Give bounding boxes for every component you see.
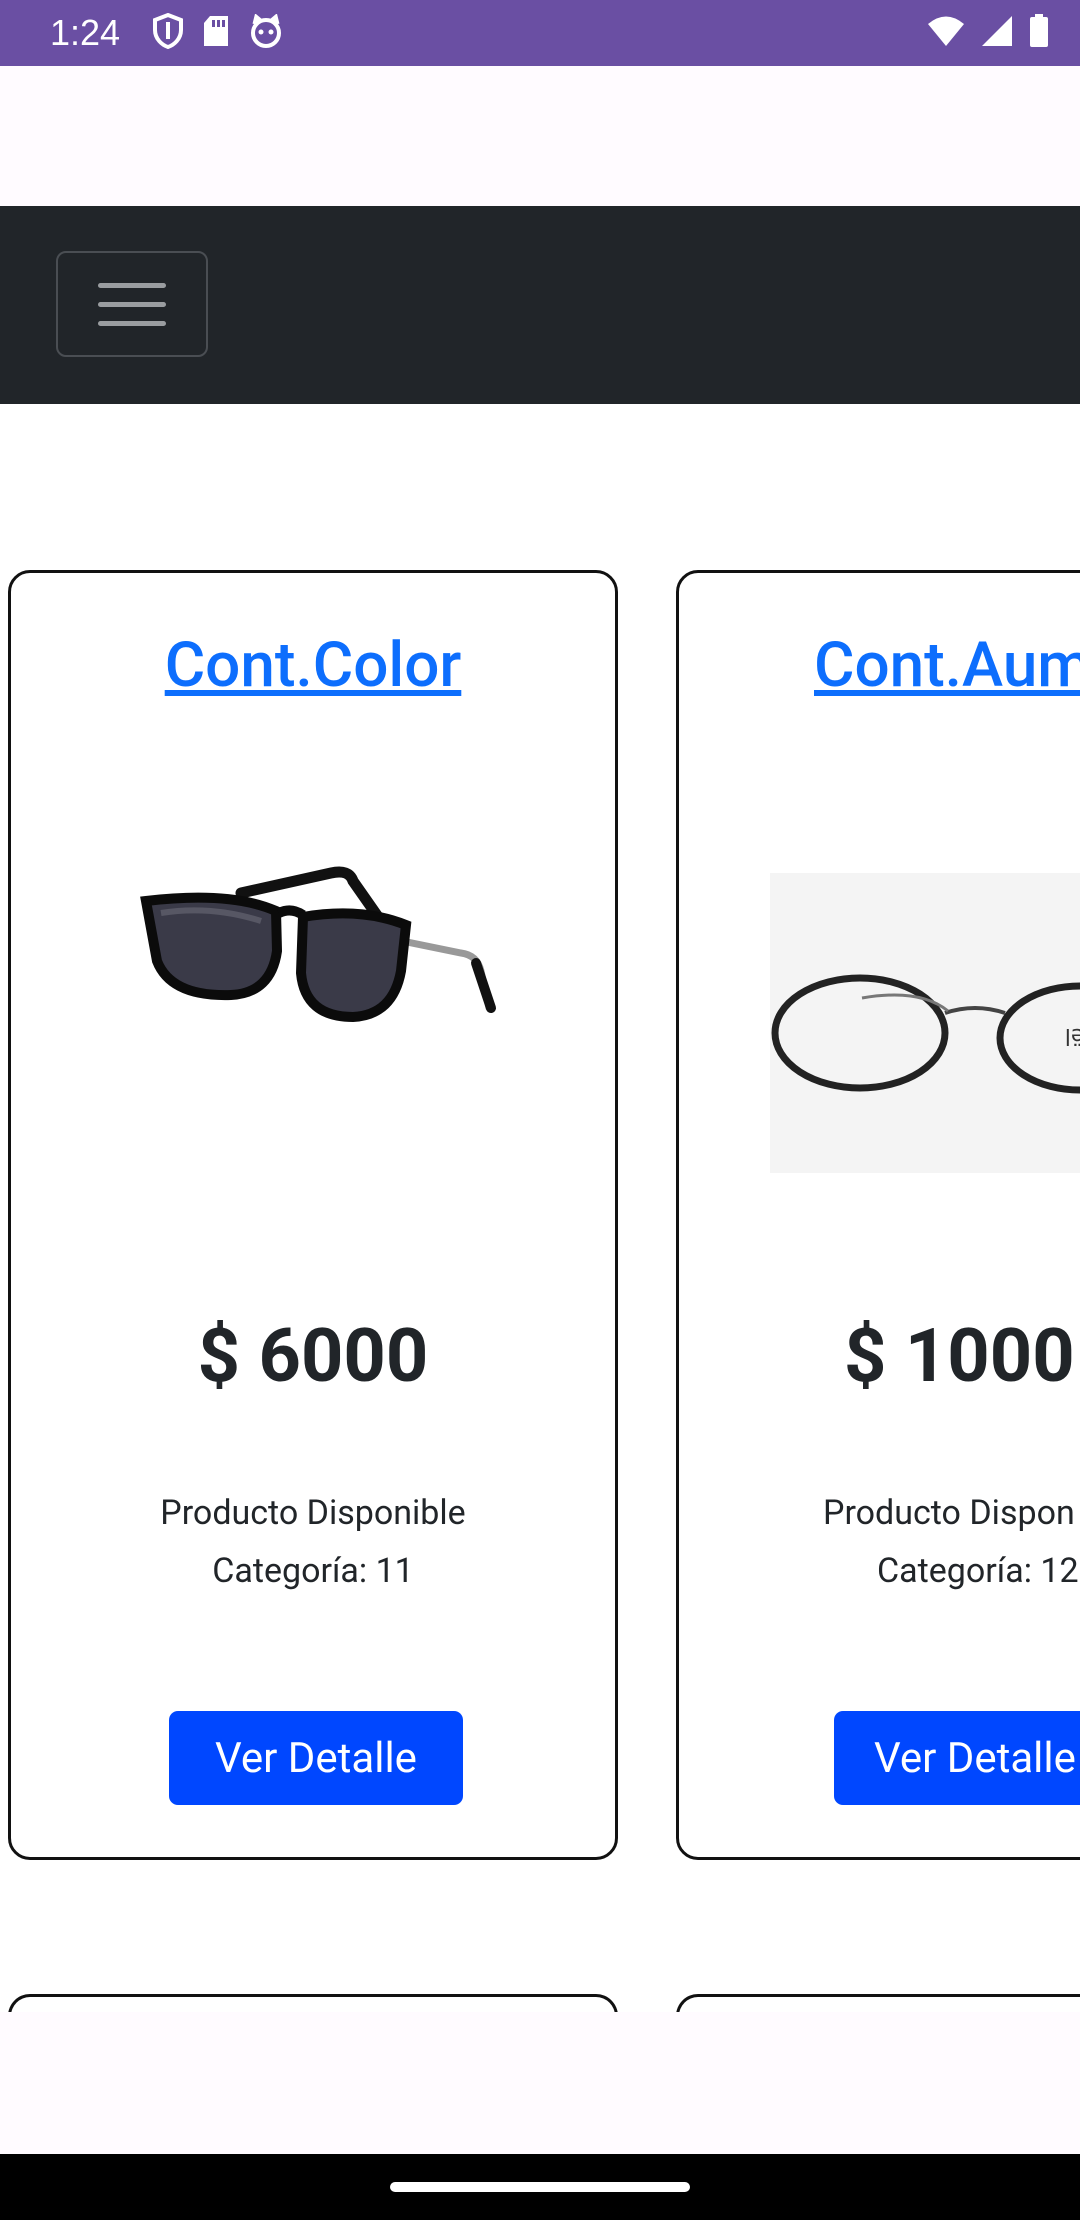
system-navigation-bar — [0, 2154, 1080, 2220]
cat-face-icon — [248, 13, 284, 52]
hamburger-icon-line — [98, 301, 166, 307]
hamburger-icon-line — [98, 282, 166, 288]
sunglasses-image — [91, 803, 541, 1103]
sd-card-icon — [202, 14, 230, 52]
product-title-link[interactable]: Cont.Color — [11, 629, 615, 702]
product-price: $ 1000 — [844, 1313, 1075, 1400]
product-category: Categoría: 11 — [212, 1551, 414, 1591]
home-gesture-handle[interactable] — [390, 2182, 690, 2192]
product-card-partial — [676, 1994, 1080, 2012]
hamburger-menu-button[interactable] — [56, 251, 208, 357]
product-card: Cont.Aum Gaël $ 1000 Producto Dispon Cat… — [676, 570, 1080, 1860]
product-status: Producto Dispon — [823, 1493, 1075, 1533]
bottom-area — [0, 2012, 1080, 2154]
view-detail-button[interactable]: Ver Detalle — [169, 1711, 463, 1805]
view-detail-button[interactable]: Ver Detalle — [834, 1711, 1080, 1805]
app-top-area — [0, 66, 1080, 206]
battery-icon — [1028, 14, 1050, 52]
product-list[interactable]: Cont.Color $ 6000 Producto Disponible Ca… — [0, 404, 1080, 2012]
product-card: Cont.Color $ 6000 Producto Disponible Ca… — [8, 570, 618, 1860]
product-title-link[interactable]: Cont.Aum — [814, 629, 1080, 702]
svg-text:Gaël: Gaël — [1065, 1023, 1080, 1048]
product-card-partial — [8, 1994, 618, 2012]
product-status: Producto Disponible — [160, 1493, 466, 1533]
eyeglasses-image: Gaël — [770, 873, 1080, 1173]
hamburger-icon-line — [98, 320, 166, 326]
shield-icon — [152, 12, 184, 53]
status-time: 1:24 — [50, 12, 121, 53]
wifi-icon — [926, 15, 966, 51]
status-bar: 1:24 — [0, 0, 1080, 66]
product-category: Categoría: 12 — [877, 1551, 1079, 1591]
signal-icon — [980, 15, 1014, 51]
navbar — [0, 206, 1080, 404]
product-price: $ 6000 — [197, 1313, 429, 1400]
